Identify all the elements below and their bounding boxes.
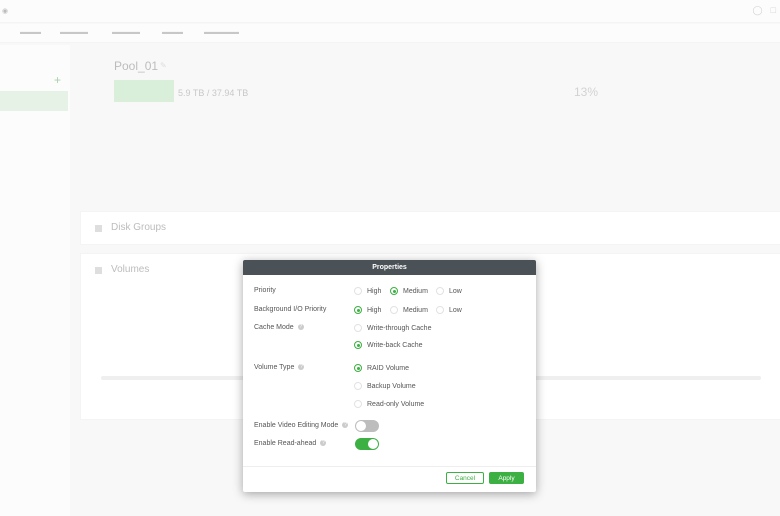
raid-volume-label: RAID Volume	[367, 364, 410, 372]
bg-io-medium-radio[interactable]: Medium	[390, 306, 428, 314]
properties-dialog: Properties Priority High Medium Low Back…	[243, 260, 536, 492]
priority-medium-label: Medium	[403, 287, 428, 295]
video-editing-label: Enable Video Editing Mode?	[254, 422, 349, 429]
priority-low-label: Low	[449, 287, 462, 295]
radio-icon[interactable]	[436, 306, 444, 314]
cache-mode-label: Cache Mode?	[254, 324, 304, 331]
toggle-knob	[368, 439, 378, 449]
bg-io-priority-label: Background I/O Priority	[254, 306, 327, 313]
radio-icon[interactable]	[354, 287, 362, 295]
radio-icon[interactable]	[354, 306, 362, 314]
write-back-radio[interactable]: Write-back Cache	[354, 341, 423, 349]
cache-mode-text: Cache Mode	[254, 324, 294, 331]
dialog-title: Properties	[243, 260, 536, 275]
apply-button[interactable]: Apply	[489, 472, 524, 484]
bg-io-medium-label: Medium	[403, 306, 428, 314]
cancel-button[interactable]: Cancel	[446, 472, 484, 484]
bg-io-low-radio[interactable]: Low	[436, 306, 462, 314]
video-editing-text: Enable Video Editing Mode	[254, 422, 339, 429]
backup-volume-radio[interactable]: Backup Volume	[354, 382, 416, 390]
info-icon[interactable]: ?	[342, 422, 349, 429]
priority-medium-radio[interactable]: Medium	[390, 287, 428, 295]
radio-icon[interactable]	[354, 382, 362, 390]
priority-high-radio[interactable]: High	[354, 287, 381, 295]
raid-volume-radio[interactable]: RAID Volume	[354, 364, 409, 372]
bg-io-low-label: Low	[449, 306, 462, 314]
radio-icon[interactable]	[354, 400, 362, 408]
info-icon[interactable]: ?	[297, 324, 304, 331]
read-ahead-toggle[interactable]	[355, 438, 379, 450]
read-ahead-text: Enable Read-ahead	[254, 440, 317, 447]
priority-high-label: High	[367, 287, 382, 295]
read-ahead-label: Enable Read-ahead?	[254, 440, 327, 447]
radio-icon[interactable]	[390, 306, 398, 314]
bg-io-high-radio[interactable]: High	[354, 306, 381, 314]
readonly-volume-radio[interactable]: Read-only Volume	[354, 400, 424, 408]
toggle-knob	[356, 421, 366, 431]
volume-type-text: Volume Type	[254, 364, 295, 371]
bg-io-high-label: High	[367, 306, 382, 314]
radio-icon[interactable]	[354, 364, 362, 372]
radio-icon[interactable]	[390, 287, 398, 295]
write-through-label: Write-through Cache	[367, 324, 432, 332]
dialog-footer-divider	[243, 466, 536, 467]
write-through-radio[interactable]: Write-through Cache	[354, 324, 431, 332]
video-editing-toggle[interactable]	[355, 420, 379, 432]
radio-icon[interactable]	[354, 324, 362, 332]
info-icon[interactable]: ?	[298, 364, 305, 371]
volume-type-label: Volume Type?	[254, 364, 305, 371]
radio-icon[interactable]	[354, 341, 362, 349]
priority-low-radio[interactable]: Low	[436, 287, 462, 295]
write-back-label: Write-back Cache	[367, 341, 423, 349]
radio-icon[interactable]	[436, 287, 444, 295]
backup-volume-label: Backup Volume	[367, 382, 416, 390]
priority-label: Priority	[254, 287, 276, 294]
readonly-volume-label: Read-only Volume	[367, 400, 425, 408]
info-icon[interactable]: ?	[320, 440, 327, 447]
